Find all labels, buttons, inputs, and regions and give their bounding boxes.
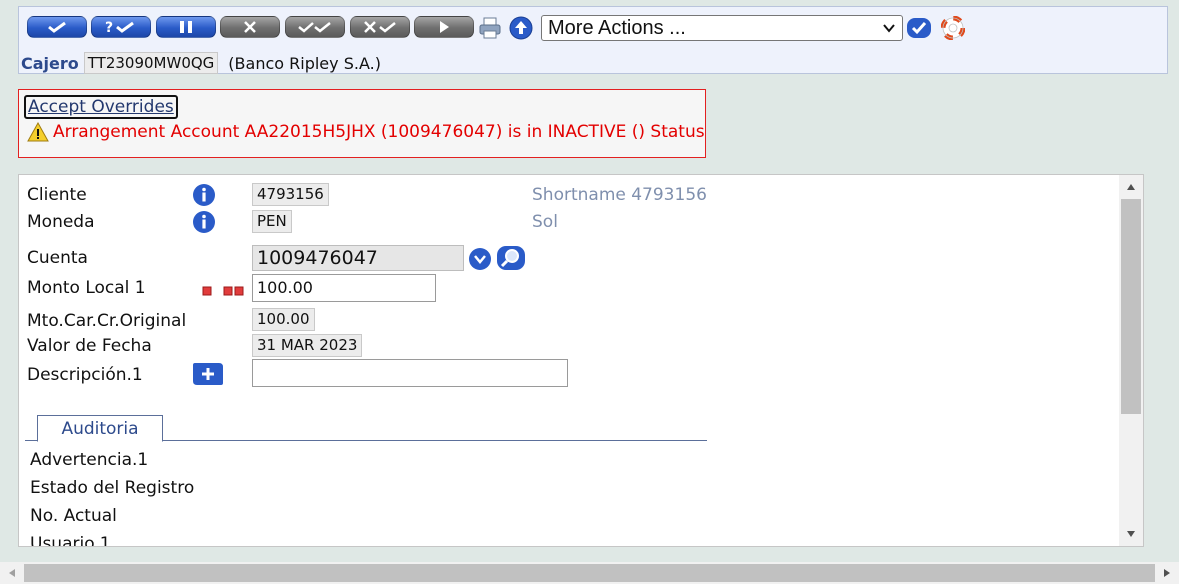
printer-icon [479,17,501,39]
go-button[interactable] [906,16,932,40]
add-field-button[interactable] [192,362,224,386]
warning-icon [27,122,49,142]
override-message: Arrangement Account AA22015H5JHX (100947… [27,122,705,142]
estado-registro-label: Estado del Registro [30,478,195,498]
question-check-icon: ? [105,20,134,35]
more-actions-select[interactable]: More Actions ... [541,15,903,41]
x-check-icon [364,21,396,33]
vertical-scroll-thumb[interactable] [1121,199,1141,414]
valor-fecha-field: 31 MAR 2023 [252,334,363,357]
cliente-label: Cliente [27,185,87,205]
lifebuoy-icon [941,16,965,40]
authorise-button[interactable] [285,16,345,38]
tab-bar: Auditoria [25,413,707,442]
toolbar-panel: ? More Actions ... Cajero TT23090MW0QG (… [18,6,1168,74]
pause-icon [180,21,192,33]
moneda-field: PEN [252,210,292,233]
mto-car-label: Mto.Car.Cr.Original [27,311,187,331]
no-actual-label: No. Actual [30,506,117,526]
reverse-button[interactable] [350,16,410,38]
cajero-label: Cajero [21,53,79,73]
horizontal-scroll-thumb[interactable] [24,564,1155,582]
arrow-up-icon [509,16,533,40]
vertical-scrollbar[interactable] [1119,175,1143,546]
info-icon[interactable] [192,183,216,207]
help-button[interactable] [940,16,966,40]
cuenta-label: Cuenta [27,248,88,268]
play-icon [440,21,449,33]
accept-overrides-link[interactable]: Accept Overrides [24,95,178,119]
more-actions-label: More Actions ... [548,16,686,39]
descripcion-label: Descripción.1 [27,365,143,385]
mandatory-indicator-icon [202,286,244,296]
next-button[interactable] [414,16,474,38]
overrides-box: Accept Overrides Arrangement Account AA2… [18,89,706,158]
tab-auditoria[interactable]: Auditoria [37,415,163,442]
moneda-description: Sol [532,212,558,232]
scroll-right-arrow-icon[interactable] [1163,568,1171,578]
upload-button[interactable] [508,16,534,40]
check-icon [48,21,66,33]
cajero-id: TT23090MW0QG [83,52,219,74]
chevron-down-icon [883,24,895,33]
scroll-left-arrow-icon[interactable] [8,568,16,578]
scroll-up-arrow-icon[interactable] [1126,183,1136,191]
scroll-down-arrow-icon[interactable] [1126,530,1136,538]
valor-fecha-label: Valor de Fecha [27,336,152,356]
cliente-field: 4793156 [252,183,329,206]
validate-button[interactable]: ? [91,16,151,38]
cuenta-field[interactable]: 1009476047 [252,245,464,271]
advertencia-label: Advertencia.1 [30,450,149,470]
dropdown-button[interactable] [468,247,492,271]
cajero-row: Cajero TT23090MW0QG (Banco Ripley S.A.) [21,52,381,74]
horizontal-scrollbar[interactable] [0,562,1179,584]
moneda-label: Moneda [27,212,95,232]
bank-name: (Banco Ripley S.A.) [228,53,381,73]
override-message-text: Arrangement Account AA22015H5JHX (100947… [53,122,705,142]
info-icon[interactable] [192,210,216,234]
svg-text:?: ? [105,20,113,35]
print-button[interactable] [477,16,503,40]
hold-button[interactable] [156,16,216,38]
cliente-description: Shortname 4793156 [532,185,707,205]
check-icon [907,18,931,38]
form-panel: Cliente 4793156 Shortname 4793156 Moneda… [18,174,1144,547]
descripcion-input[interactable] [252,359,568,387]
delete-button[interactable] [220,16,280,38]
monto-local-input[interactable]: 100.00 [252,274,436,302]
search-icon[interactable] [496,245,526,271]
commit-button[interactable] [27,16,87,38]
x-icon [244,21,256,33]
usuario-label: Usuario.1 [30,534,111,547]
double-check-icon [298,22,331,33]
monto-local-label: Monto Local 1 [27,278,146,298]
mto-car-field: 100.00 [252,308,315,331]
